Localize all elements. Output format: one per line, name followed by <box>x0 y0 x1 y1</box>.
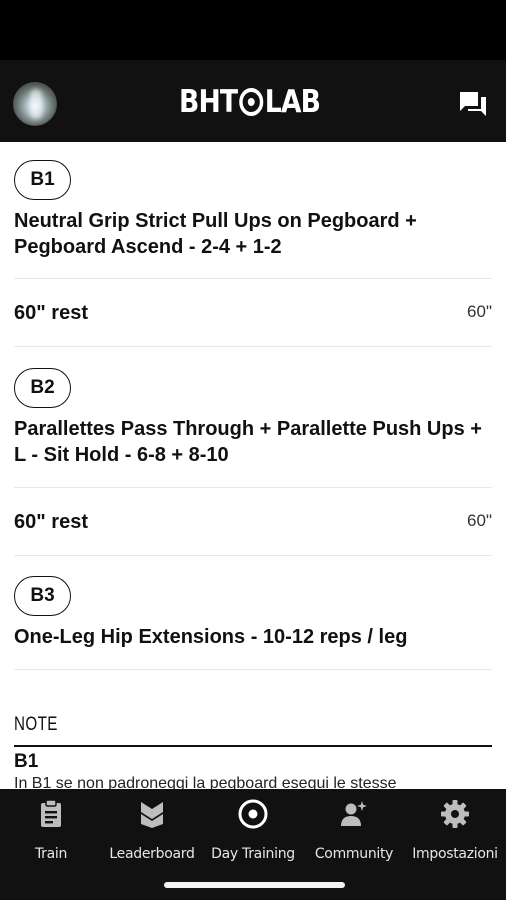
exercise-title[interactable]: One-Leg Hip Extensions - 10-12 reps / le… <box>14 624 484 650</box>
chevron-badge-icon <box>141 802 163 828</box>
target-icon <box>238 799 268 829</box>
tab-community[interactable]: Community <box>303 799 405 862</box>
notes-rule <box>14 745 492 747</box>
logo-text-right: LAB <box>264 84 321 120</box>
workout-content: B1 Neutral Grip Strict Pull Ups on Pegbo… <box>0 142 506 789</box>
chat-icon[interactable] <box>458 90 488 118</box>
tab-impostazioni[interactable]: Impostazioni <box>404 799 506 862</box>
logo-text-left: BHT <box>179 84 238 120</box>
home-indicator[interactable] <box>164 882 345 888</box>
community-icon <box>341 801 367 826</box>
status-bar <box>0 0 506 60</box>
exercise-title[interactable]: Neutral Grip Strict Pull Ups on Pegboard… <box>14 208 484 260</box>
tab-label: Community <box>314 846 394 862</box>
tab-label: Day Training <box>211 846 295 862</box>
avatar[interactable] <box>13 82 57 126</box>
logo-ring-icon <box>238 88 264 116</box>
rest-label: 60" rest <box>14 511 88 533</box>
tab-leaderboard[interactable]: Leaderboard <box>101 799 203 862</box>
divider <box>14 555 492 556</box>
notes-text: In B1 se non padroneggi la pegboard eseg… <box>14 775 397 789</box>
tab-train[interactable]: Train <box>0 799 102 862</box>
tab-label: Train <box>34 846 68 862</box>
block-badge: B3 <box>14 576 71 616</box>
divider <box>14 278 492 279</box>
rest-label: 60" rest <box>14 302 88 324</box>
divider <box>14 346 492 347</box>
exercise-title[interactable]: Parallettes Pass Through + Parallette Pu… <box>14 416 484 468</box>
clipboard-icon <box>41 799 61 827</box>
app-logo: BHT LAB <box>179 84 321 120</box>
notes-block-label: B1 <box>14 751 39 772</box>
block-badge: B2 <box>14 368 71 408</box>
rest-value: 60" <box>467 302 492 321</box>
tab-day-training[interactable]: Day Training <box>202 799 304 862</box>
tab-label: Impostazioni <box>412 846 498 862</box>
divider <box>14 669 492 670</box>
block-badge: B1 <box>14 160 71 200</box>
app-header: BHT LAB <box>0 60 506 142</box>
notes-heading: NOTE <box>14 714 58 735</box>
gear-icon <box>441 800 469 828</box>
tab-label: Leaderboard <box>109 846 195 862</box>
rest-value: 60" <box>467 511 492 530</box>
divider <box>14 487 492 488</box>
